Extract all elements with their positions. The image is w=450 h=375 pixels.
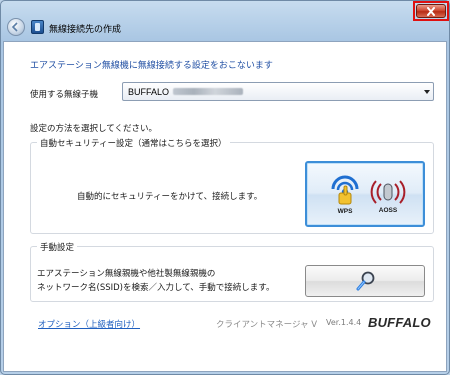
titlebar: 無線接続先の作成 [1,1,449,41]
close-button[interactable] [416,4,446,18]
back-button[interactable] [7,18,25,36]
manual-description-line1: エアステーション無線親機や他社製無線親機の [37,269,216,279]
app-icon [31,20,44,34]
search-wand-icon [356,271,375,291]
manual-setup-group: 手動設定 エアステーション無線親機や他社製無線親機の ネットワーク名(SSID)… [30,241,434,302]
app-name: クライアントマネージャ V [216,320,318,330]
window-title: 無線接続先の作成 [49,25,122,35]
wps-label: WPS [338,208,353,215]
aoss-label: AOSS [379,207,398,214]
manual-description: エアステーション無線親機や他社製無線親機の ネットワーク名(SSID)を検索／入… [37,267,274,295]
manual-description-line2: ネットワーク名(SSID)を検索／入力して、手動で接続します。 [37,283,275,293]
intro-text: エアステーション無線機に無線接続する設定をおこないます [30,61,273,71]
back-arrow-icon [11,22,18,32]
aoss-icon: AOSS [370,180,406,214]
device-model-redacted [173,88,244,95]
auto-security-button[interactable]: WPS AOSS [305,161,425,227]
method-prompt: 設定の方法を選択してください。 [30,124,157,134]
device-label: 使用する無線子機 [30,90,99,100]
manual-setup-button[interactable] [305,265,425,297]
device-select[interactable]: BUFFALO [122,82,434,101]
auto-security-group: 自動セキュリティー設定（通常はこちらを選択） 自動的にセキュリティーをかけて、接… [30,137,434,234]
manual-group-title: 手動設定 [37,241,78,253]
device-select-value: BUFFALO [128,86,170,97]
chevron-down-icon [424,90,430,94]
wps-icon: WPS [331,175,359,215]
buffalo-logo: BUFFALO [368,315,431,330]
auto-description: 自動的にセキュリティーをかけて、接続します。 [77,192,263,202]
close-button-highlight [413,1,449,21]
dialog-window: 無線接続先の作成 エアステーション無線機に無線接続する設定をおこないます 使用す… [0,0,450,375]
version-label: Ver.1.4.4 [326,318,362,327]
dialog-content: エアステーション無線機に無線接続する設定をおこないます 使用する無線子機 BUF… [3,41,447,372]
auto-group-title: 自動セキュリティー設定（通常はこちらを選択） [37,137,230,149]
close-icon [427,6,435,16]
options-link[interactable]: オプション（上級者向け） [38,318,140,330]
